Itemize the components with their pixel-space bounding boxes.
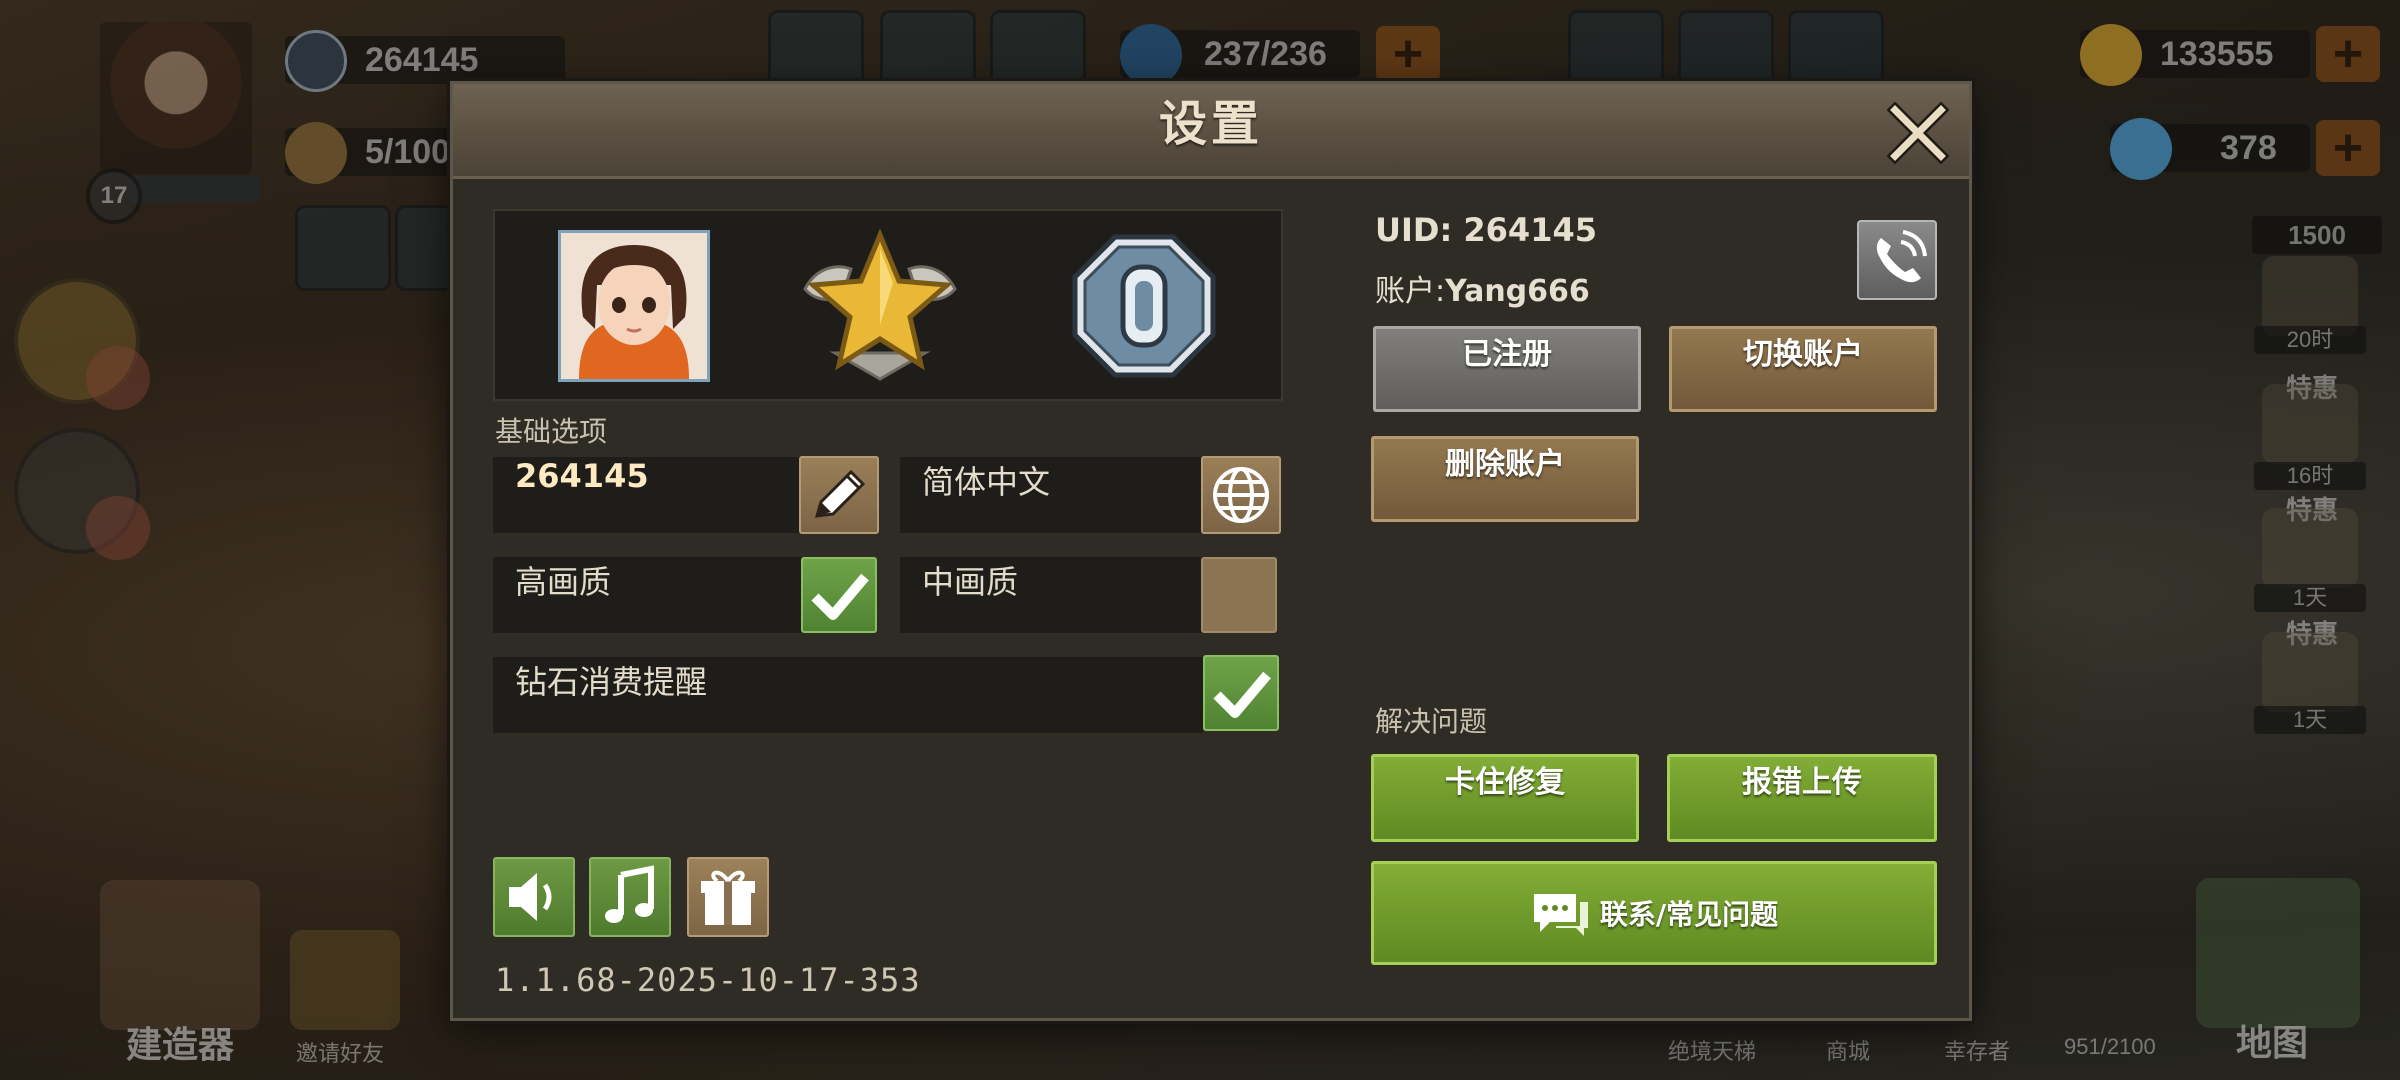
diamond-reminder-checkbox[interactable] (1203, 655, 1279, 731)
rank-emblem[interactable] (795, 228, 965, 385)
account-name: Yang666 (1445, 274, 1590, 309)
music-note-icon (605, 865, 654, 923)
basic-options-label: 基础选项 (495, 415, 608, 448)
sound-toggle-button[interactable] (493, 857, 575, 937)
checkmark-icon (811, 573, 869, 620)
close-icon (1886, 101, 1950, 165)
registered-button[interactable]: 已注册 (1373, 326, 1641, 412)
language-button[interactable] (1201, 456, 1281, 534)
contact-faq-button[interactable]: 联系/常见问题 (1371, 861, 1937, 965)
uid-text: UID: 264145 (1375, 211, 1597, 249)
language-field[interactable]: 简体中文 (900, 457, 1202, 533)
stuck-fix-button[interactable]: 卡住修复 (1371, 754, 1639, 842)
pencil-icon (814, 469, 866, 518)
level-emblem[interactable] (1071, 233, 1217, 379)
edit-name-button[interactable] (799, 456, 879, 534)
checkmark-icon (1213, 671, 1271, 718)
high-quality-option[interactable]: 高画质 (493, 557, 803, 633)
music-toggle-button[interactable] (589, 857, 671, 937)
profile-strip (493, 209, 1283, 401)
gold-star-icon (803, 228, 957, 381)
delete-account-button[interactable]: 删除账户 (1371, 436, 1639, 522)
chat-bubble-icon (1533, 894, 1588, 936)
report-error-button[interactable]: 报错上传 (1667, 754, 1937, 842)
contact-faq-label: 联系/常见问题 (1599, 898, 1779, 931)
player-name-field[interactable]: 264145 (493, 457, 803, 533)
account-line: 账户:Yang666 (1375, 266, 1590, 310)
account-prefix: 账户: (1375, 274, 1446, 309)
speaker-icon (509, 873, 552, 921)
globe-icon (1213, 467, 1269, 523)
close-button[interactable] (1886, 101, 1950, 165)
mid-quality-option[interactable]: 中画质 (900, 557, 1202, 633)
diamond-reminder-label: 钻石消费提醒 (515, 663, 708, 701)
dialog-header: 设置 (453, 84, 1969, 179)
switch-account-button[interactable]: 切换账户 (1669, 326, 1937, 412)
customer-service-button[interactable] (1857, 220, 1937, 300)
dialog-title: 设置 (1158, 96, 1263, 152)
settings-dialog: 设置 基础选项 264145 简体中文 高画质 中画质 钻石消费提醒 1.1.6… (450, 81, 1972, 1021)
high-quality-checkbox[interactable] (801, 557, 877, 633)
profile-avatar[interactable] (558, 230, 710, 382)
avatar-portrait-icon (561, 233, 707, 379)
version-text: 1.1.68-2025-10-17-353 (495, 961, 921, 999)
language-value: 简体中文 (922, 463, 1051, 501)
player-name-value: 264145 (515, 457, 649, 495)
gift-code-button[interactable] (687, 857, 769, 937)
diamond-reminder-option[interactable]: 钻石消费提醒 (493, 657, 1203, 733)
octagon-zero-icon (1072, 234, 1216, 378)
troubleshoot-label: 解决问题 (1375, 705, 1488, 738)
mid-quality-checkbox[interactable] (1201, 557, 1277, 633)
gift-icon (701, 870, 755, 925)
phone-icon (1876, 230, 1927, 283)
high-quality-label: 高画质 (515, 563, 612, 601)
mid-quality-label: 中画质 (922, 563, 1019, 601)
